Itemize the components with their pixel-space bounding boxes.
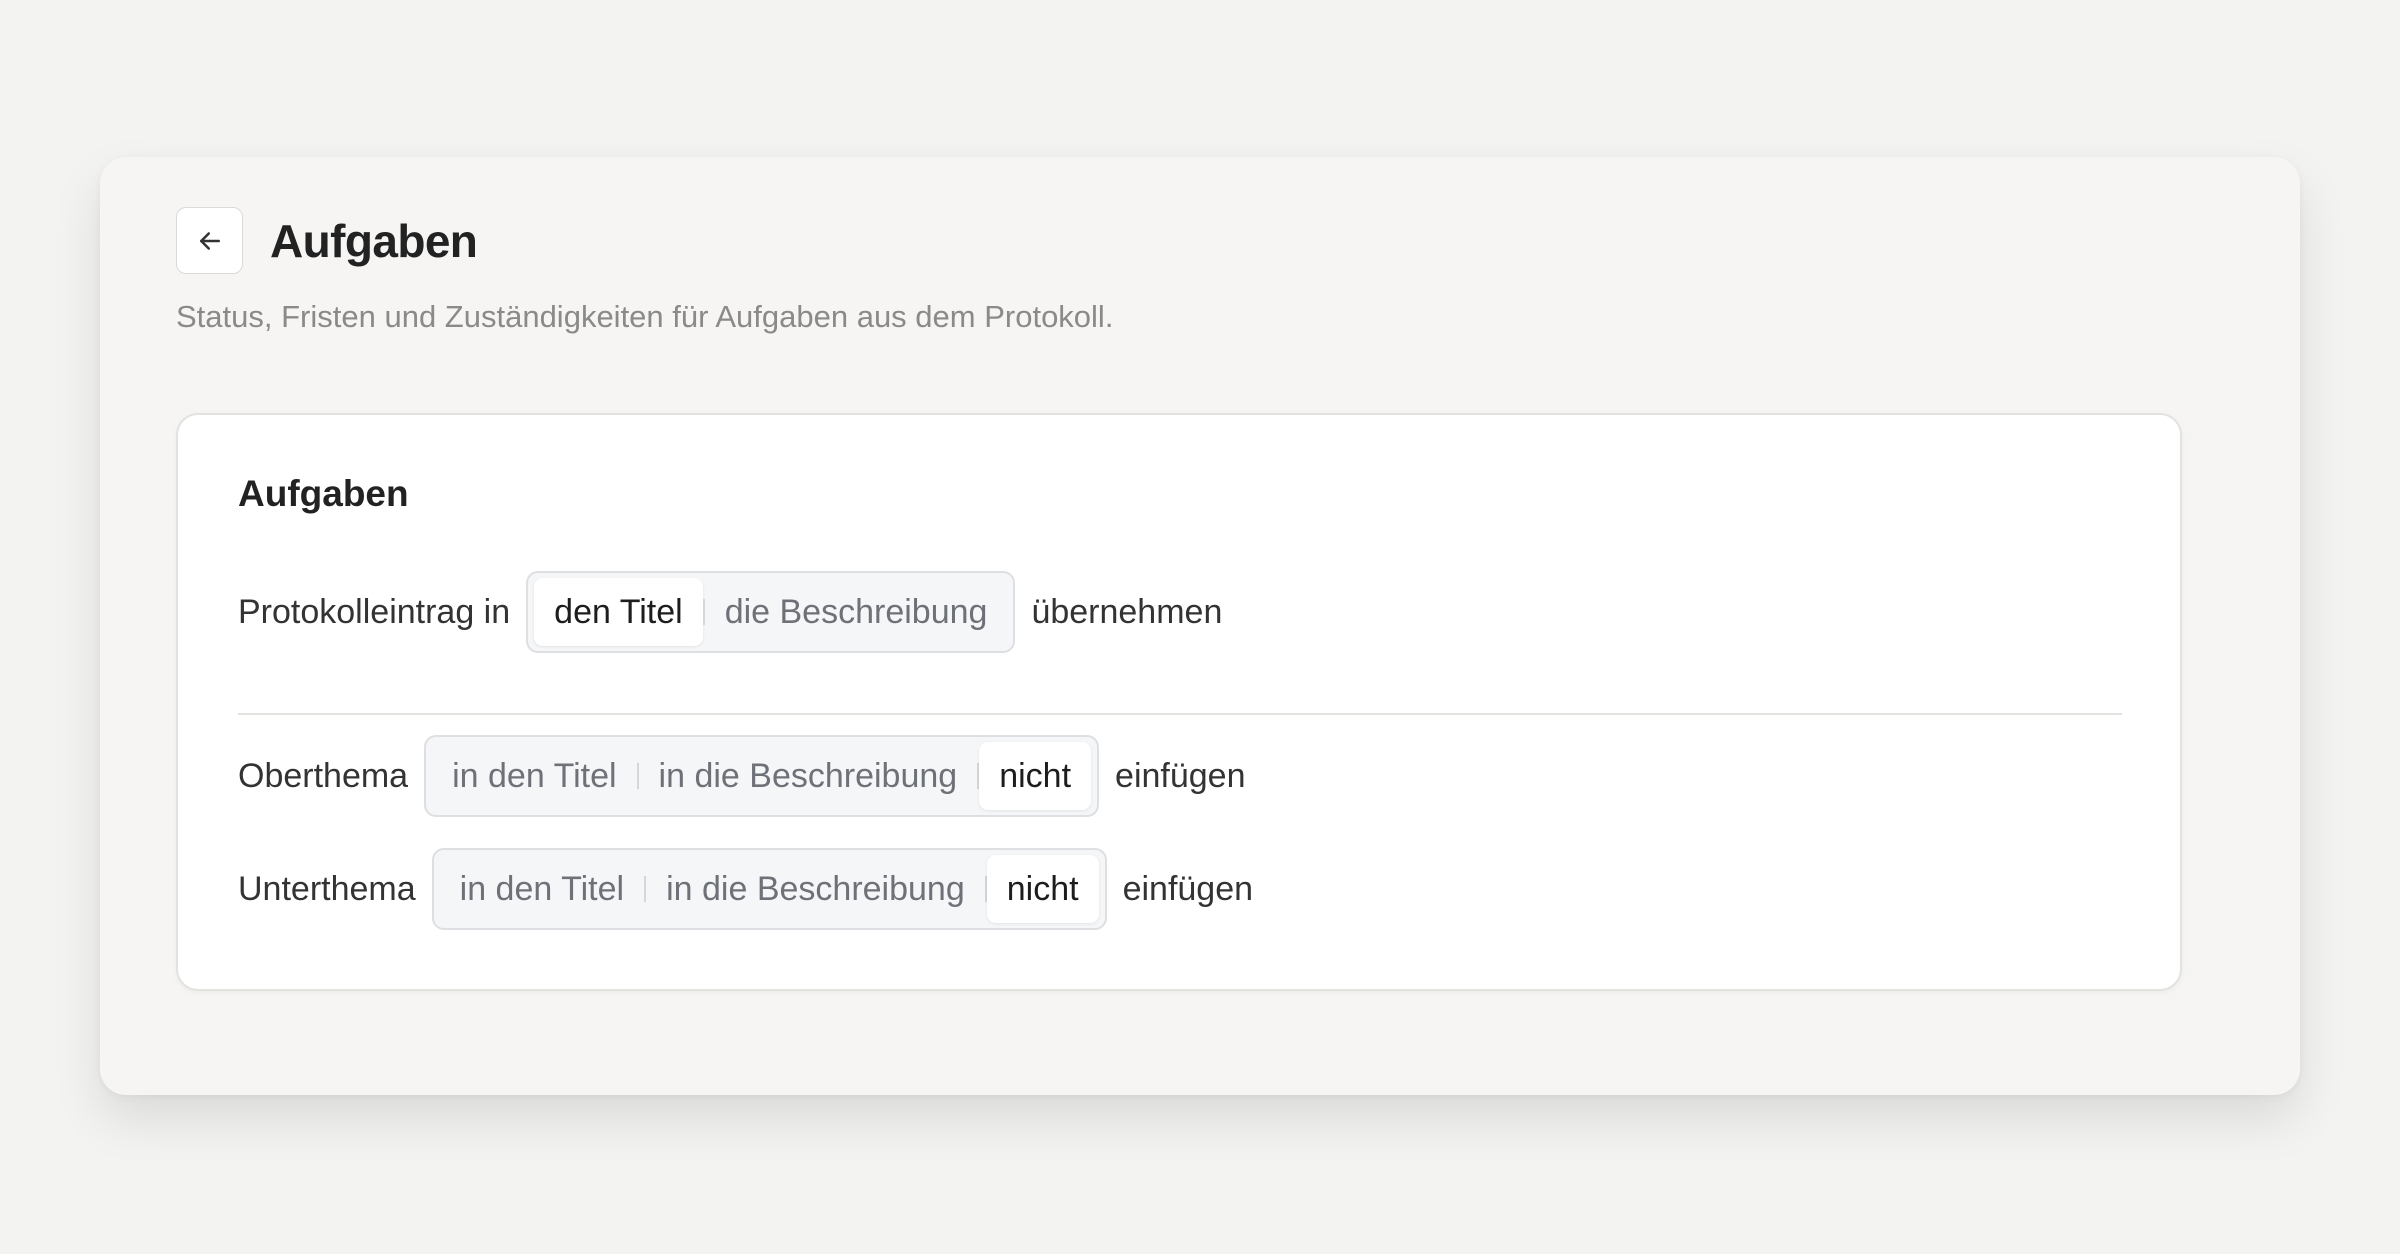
protokoll-prefix-label: Protokolleintrag in: [238, 592, 511, 631]
unterthema-row: Unterthema in den Titel in die Beschreib…: [238, 848, 1253, 930]
protokoll-option-beschreibung[interactable]: die Beschreibung: [705, 578, 1008, 646]
protokoll-option-titel[interactable]: den Titel: [534, 578, 703, 646]
oberthema-prefix-label: Oberthema: [238, 756, 409, 795]
oberthema-suffix-label: einfügen: [1115, 756, 1246, 795]
unterthema-option-beschreibung[interactable]: in die Beschreibung: [646, 855, 985, 923]
unterthema-option-nicht[interactable]: nicht: [986, 855, 1099, 923]
page-title: Aufgaben: [270, 214, 478, 267]
oberthema-option-titel[interactable]: in den Titel: [432, 742, 636, 810]
protokoll-row: Protokolleintrag in den Titel die Beschr…: [238, 571, 1222, 653]
protokoll-suffix-label: übernehmen: [1031, 592, 1223, 631]
unterthema-suffix-label: einfügen: [1122, 869, 1254, 908]
aufgaben-card: Aufgaben Protokolleintrag in den Titel d…: [176, 413, 2182, 991]
unterthema-option-titel[interactable]: in den Titel: [440, 855, 644, 923]
page-subtitle: Status, Fristen und Zuständigkeiten für …: [176, 299, 1114, 334]
page-header: Aufgaben: [176, 207, 478, 274]
card-title: Aufgaben: [238, 473, 409, 514]
section-divider: [238, 713, 2122, 715]
settings-panel: Aufgaben Status, Fristen und Zuständigke…: [100, 157, 2300, 1095]
oberthema-option-beschreibung[interactable]: in die Beschreibung: [639, 742, 978, 810]
oberthema-row: Oberthema in den Titel in die Beschreibu…: [238, 735, 1246, 817]
arrow-left-icon: [199, 231, 220, 250]
back-button[interactable]: [176, 207, 243, 274]
unterthema-segmented-control: in den Titel in die Beschreibung nicht: [431, 848, 1107, 930]
protokoll-segmented-control: den Titel die Beschreibung: [526, 571, 1016, 653]
unterthema-prefix-label: Unterthema: [238, 869, 416, 908]
oberthema-option-nicht[interactable]: nicht: [979, 742, 1092, 810]
oberthema-segmented-control: in den Titel in die Beschreibung nicht: [424, 735, 1100, 817]
